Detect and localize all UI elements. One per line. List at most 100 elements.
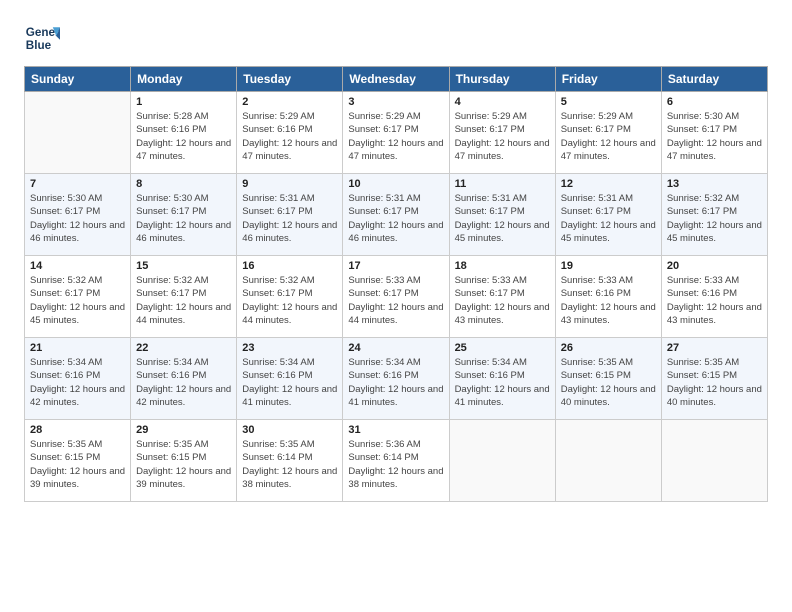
- day-number: 12: [561, 178, 656, 190]
- calendar-cell: 25 Sunrise: 5:34 AMSunset: 6:16 PMDayligh…: [449, 338, 555, 420]
- calendar-cell: 23 Sunrise: 5:34 AMSunset: 6:16 PMDayligh…: [237, 338, 343, 420]
- day-detail: Sunrise: 5:33 AMSunset: 6:17 PMDaylight:…: [348, 274, 443, 327]
- day-detail: Sunrise: 5:31 AMSunset: 6:17 PMDaylight:…: [561, 192, 656, 245]
- day-number: 8: [136, 178, 231, 190]
- day-detail: Sunrise: 5:29 AMSunset: 6:16 PMDaylight:…: [242, 110, 337, 163]
- day-number: 18: [455, 260, 550, 272]
- calendar-cell: 10 Sunrise: 5:31 AMSunset: 6:17 PMDayligh…: [343, 174, 449, 256]
- day-number: 29: [136, 424, 231, 436]
- calendar-cell: 12 Sunrise: 5:31 AMSunset: 6:17 PMDayligh…: [555, 174, 661, 256]
- calendar-cell: 11 Sunrise: 5:31 AMSunset: 6:17 PMDayligh…: [449, 174, 555, 256]
- day-of-week-header: Wednesday: [343, 67, 449, 92]
- day-number: 23: [242, 342, 337, 354]
- day-detail: Sunrise: 5:35 AMSunset: 6:15 PMDaylight:…: [30, 438, 125, 491]
- calendar-cell: [661, 420, 767, 502]
- day-detail: Sunrise: 5:31 AMSunset: 6:17 PMDaylight:…: [455, 192, 550, 245]
- day-detail: Sunrise: 5:35 AMSunset: 6:15 PMDaylight:…: [667, 356, 762, 409]
- day-number: 4: [455, 96, 550, 108]
- day-detail: Sunrise: 5:31 AMSunset: 6:17 PMDaylight:…: [242, 192, 337, 245]
- calendar-cell: 6 Sunrise: 5:30 AMSunset: 6:17 PMDaylight…: [661, 92, 767, 174]
- day-number: 15: [136, 260, 231, 272]
- day-detail: Sunrise: 5:36 AMSunset: 6:14 PMDaylight:…: [348, 438, 443, 491]
- calendar-cell: 7 Sunrise: 5:30 AMSunset: 6:17 PMDaylight…: [25, 174, 131, 256]
- day-number: 21: [30, 342, 125, 354]
- calendar-cell: 22 Sunrise: 5:34 AMSunset: 6:16 PMDayligh…: [131, 338, 237, 420]
- day-detail: Sunrise: 5:35 AMSunset: 6:15 PMDaylight:…: [136, 438, 231, 491]
- day-detail: Sunrise: 5:30 AMSunset: 6:17 PMDaylight:…: [136, 192, 231, 245]
- day-detail: Sunrise: 5:33 AMSunset: 6:16 PMDaylight:…: [667, 274, 762, 327]
- calendar-cell: 26 Sunrise: 5:35 AMSunset: 6:15 PMDayligh…: [555, 338, 661, 420]
- day-number: 2: [242, 96, 337, 108]
- day-detail: Sunrise: 5:35 AMSunset: 6:14 PMDaylight:…: [242, 438, 337, 491]
- calendar-cell: 27 Sunrise: 5:35 AMSunset: 6:15 PMDayligh…: [661, 338, 767, 420]
- day-detail: Sunrise: 5:34 AMSunset: 6:16 PMDaylight:…: [136, 356, 231, 409]
- day-detail: Sunrise: 5:31 AMSunset: 6:17 PMDaylight:…: [348, 192, 443, 245]
- day-number: 20: [667, 260, 762, 272]
- calendar-cell: 30 Sunrise: 5:35 AMSunset: 6:14 PMDayligh…: [237, 420, 343, 502]
- day-number: 31: [348, 424, 443, 436]
- calendar-cell: 14 Sunrise: 5:32 AMSunset: 6:17 PMDayligh…: [25, 256, 131, 338]
- day-detail: Sunrise: 5:33 AMSunset: 6:16 PMDaylight:…: [561, 274, 656, 327]
- day-detail: Sunrise: 5:34 AMSunset: 6:16 PMDaylight:…: [455, 356, 550, 409]
- calendar-cell: 21 Sunrise: 5:34 AMSunset: 6:16 PMDayligh…: [25, 338, 131, 420]
- day-of-week-header: Friday: [555, 67, 661, 92]
- calendar-cell: 28 Sunrise: 5:35 AMSunset: 6:15 PMDayligh…: [25, 420, 131, 502]
- day-of-week-header: Saturday: [661, 67, 767, 92]
- day-detail: Sunrise: 5:29 AMSunset: 6:17 PMDaylight:…: [561, 110, 656, 163]
- day-number: 13: [667, 178, 762, 190]
- calendar-cell: 19 Sunrise: 5:33 AMSunset: 6:16 PMDayligh…: [555, 256, 661, 338]
- day-detail: Sunrise: 5:32 AMSunset: 6:17 PMDaylight:…: [667, 192, 762, 245]
- day-number: 19: [561, 260, 656, 272]
- day-detail: Sunrise: 5:34 AMSunset: 6:16 PMDaylight:…: [242, 356, 337, 409]
- calendar-cell: 2 Sunrise: 5:29 AMSunset: 6:16 PMDaylight…: [237, 92, 343, 174]
- day-number: 22: [136, 342, 231, 354]
- calendar-cell: [25, 92, 131, 174]
- day-detail: Sunrise: 5:33 AMSunset: 6:17 PMDaylight:…: [455, 274, 550, 327]
- day-number: 1: [136, 96, 231, 108]
- calendar-cell: 13 Sunrise: 5:32 AMSunset: 6:17 PMDayligh…: [661, 174, 767, 256]
- day-number: 30: [242, 424, 337, 436]
- calendar-cell: 8 Sunrise: 5:30 AMSunset: 6:17 PMDaylight…: [131, 174, 237, 256]
- day-detail: Sunrise: 5:29 AMSunset: 6:17 PMDaylight:…: [455, 110, 550, 163]
- day-number: 26: [561, 342, 656, 354]
- day-number: 7: [30, 178, 125, 190]
- calendar-cell: 20 Sunrise: 5:33 AMSunset: 6:16 PMDayligh…: [661, 256, 767, 338]
- day-detail: Sunrise: 5:34 AMSunset: 6:16 PMDaylight:…: [348, 356, 443, 409]
- logo: General Blue: [24, 20, 64, 56]
- calendar-cell: 15Sunrise: 5:32 AMSunset: 6:17 PMDayligh…: [131, 256, 237, 338]
- day-detail: Sunrise: 5:34 AMSunset: 6:16 PMDaylight:…: [30, 356, 125, 409]
- calendar-cell: [555, 420, 661, 502]
- day-of-week-header: Tuesday: [237, 67, 343, 92]
- day-detail: Sunrise: 5:32 AMSunset: 6:17 PMDaylight:…: [30, 274, 125, 327]
- day-number: 27: [667, 342, 762, 354]
- calendar-cell: 24Sunrise: 5:34 AMSunset: 6:16 PMDayligh…: [343, 338, 449, 420]
- calendar-cell: 18 Sunrise: 5:33 AMSunset: 6:17 PMDayligh…: [449, 256, 555, 338]
- calendar-cell: [449, 420, 555, 502]
- calendar-cell: 3Sunrise: 5:29 AMSunset: 6:17 PMDaylight…: [343, 92, 449, 174]
- day-number: 10: [348, 178, 443, 190]
- logo-icon: General Blue: [24, 20, 60, 56]
- day-detail: Sunrise: 5:30 AMSunset: 6:17 PMDaylight:…: [30, 192, 125, 245]
- day-number: 5: [561, 96, 656, 108]
- day-number: 9: [242, 178, 337, 190]
- day-number: 28: [30, 424, 125, 436]
- calendar-cell: 29 Sunrise: 5:35 AMSunset: 6:15 PMDayligh…: [131, 420, 237, 502]
- calendar-cell: 4 Sunrise: 5:29 AMSunset: 6:17 PMDaylight…: [449, 92, 555, 174]
- calendar-cell: 5 Sunrise: 5:29 AMSunset: 6:17 PMDaylight…: [555, 92, 661, 174]
- calendar-cell: 31 Sunrise: 5:36 AMSunset: 6:14 PMDayligh…: [343, 420, 449, 502]
- day-number: 14: [30, 260, 125, 272]
- day-number: 25: [455, 342, 550, 354]
- calendar-table: SundayMondayTuesdayWednesdayThursdayFrid…: [24, 66, 768, 502]
- calendar-cell: 16Sunrise: 5:32 AMSunset: 6:17 PMDayligh…: [237, 256, 343, 338]
- day-number: 16: [242, 260, 337, 272]
- calendar-cell: 9 Sunrise: 5:31 AMSunset: 6:17 PMDaylight…: [237, 174, 343, 256]
- day-number: 6: [667, 96, 762, 108]
- day-of-week-header: Monday: [131, 67, 237, 92]
- day-number: 17: [348, 260, 443, 272]
- day-of-week-header: Sunday: [25, 67, 131, 92]
- day-number: 11: [455, 178, 550, 190]
- day-detail: Sunrise: 5:35 AMSunset: 6:15 PMDaylight:…: [561, 356, 656, 409]
- day-detail: Sunrise: 5:29 AMSunset: 6:17 PMDaylight:…: [348, 110, 443, 163]
- day-detail: Sunrise: 5:28 AMSunset: 6:16 PMDaylight:…: [136, 110, 231, 163]
- day-detail: Sunrise: 5:30 AMSunset: 6:17 PMDaylight:…: [667, 110, 762, 163]
